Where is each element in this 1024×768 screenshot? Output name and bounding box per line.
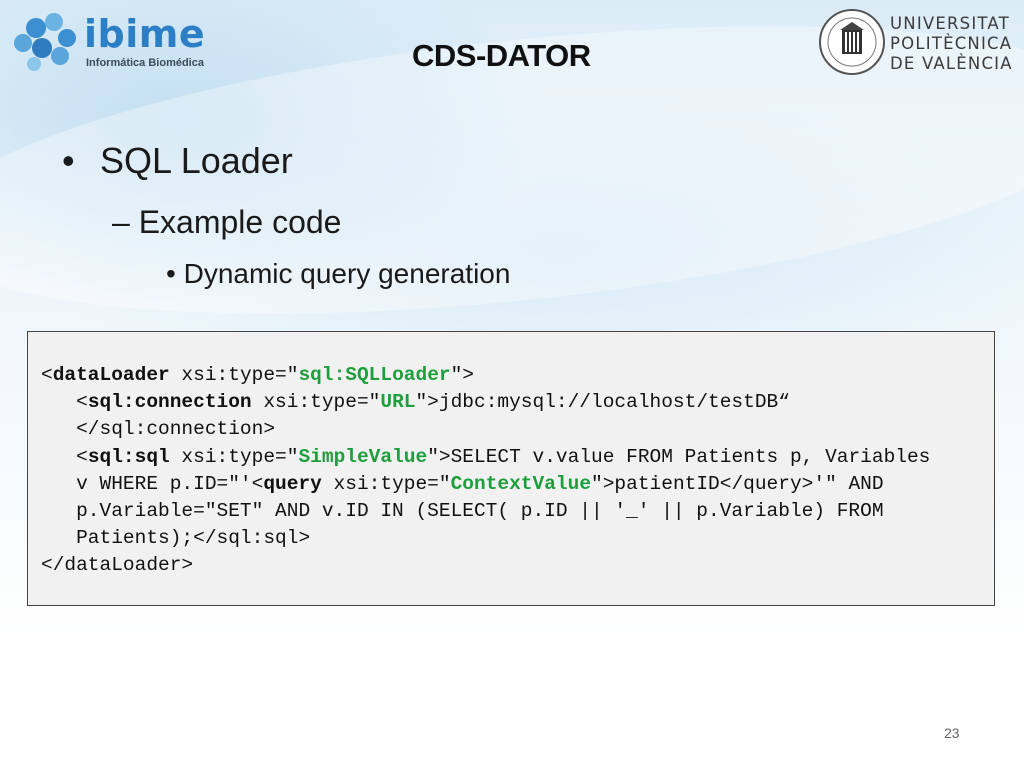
university-line-2: POLITÈCNICA	[890, 34, 1013, 53]
code-text: xsi:type="	[251, 391, 381, 414]
code-line: <dataLoader xsi:type="sql:SQLLoader">	[41, 362, 930, 389]
slide-title: CDS-DATOR	[412, 38, 591, 73]
code-tag: dataLoader	[52, 364, 170, 386]
bullet-level-2: – Example code	[112, 204, 341, 241]
small-bullet-icon: •	[166, 258, 184, 289]
university-line-3: DE VALÈNCIA	[890, 54, 1013, 73]
logo-subtitle: Informática Biomédica	[86, 57, 204, 69]
code-text: <	[41, 445, 88, 468]
code-text: ">	[450, 364, 474, 386]
code-text: ">SELECT v.value FROM Patients p, Variab…	[427, 445, 931, 468]
code-value: URL	[380, 391, 416, 414]
code-text: xsi:type="	[169, 445, 299, 468]
code-text: xsi:type="	[321, 472, 451, 495]
code-line: v WHERE p.ID="'<query xsi:type="ContextV…	[41, 471, 930, 498]
university-name: UNIVERSITAT POLITÈCNICA DE VALÈNCIA	[890, 14, 1013, 74]
code-text: <	[41, 364, 53, 386]
bullet-level-1-text: SQL Loader	[100, 140, 293, 181]
code-tag: query	[263, 472, 322, 495]
code-block: <dataLoader xsi:type="sql:SQLLoader"> <s…	[41, 362, 930, 580]
code-line: </dataLoader>	[41, 554, 194, 577]
bullet-level-3: • Dynamic query generation	[166, 258, 510, 290]
code-value: ContextValue	[450, 472, 592, 495]
code-line: </sql:connection>	[41, 418, 276, 441]
ibime-logo: ibime Informática Biomédica	[12, 10, 212, 72]
code-line: <sql:sql xsi:type="SimpleValue">SELECT v…	[41, 444, 930, 471]
logo-name: ibime	[84, 12, 206, 56]
code-tag: sql:connection	[87, 391, 252, 414]
code-box: <dataLoader xsi:type="sql:SQLLoader"> <s…	[27, 331, 995, 606]
code-text: xsi:type="	[169, 364, 299, 386]
upv-logo: UNIVERSITAT POLITÈCNICA DE VALÈNCIA	[818, 8, 1018, 80]
page-number: 23	[944, 725, 960, 741]
bullet-dot-icon: •	[62, 140, 75, 181]
code-text: ">patientID</query>'" AND	[591, 472, 884, 495]
code-text: ">jdbc:mysql://localhost/testDB“	[415, 391, 790, 414]
code-tag: sql:sql	[87, 445, 170, 468]
ibime-dots-icon	[14, 13, 76, 71]
code-line: <sql:connection xsi:type="URL">jdbc:mysq…	[41, 389, 930, 416]
university-seal-icon	[819, 9, 885, 75]
bullet-level-2-text: Example code	[138, 204, 342, 240]
bullet-level-3-text: Dynamic query generation	[183, 258, 511, 289]
code-value: sql:SQLLoader	[298, 364, 451, 386]
code-line: Patients);</sql:sql>	[41, 527, 311, 550]
code-text: v WHERE p.ID="'<	[41, 472, 264, 495]
dash-icon: –	[112, 204, 139, 240]
code-value: SimpleValue	[298, 445, 428, 468]
university-line-1: UNIVERSITAT	[890, 14, 1010, 33]
code-line: p.Variable="SET" AND v.ID IN (SELECT( p.…	[41, 500, 884, 523]
code-text: <	[41, 391, 88, 414]
